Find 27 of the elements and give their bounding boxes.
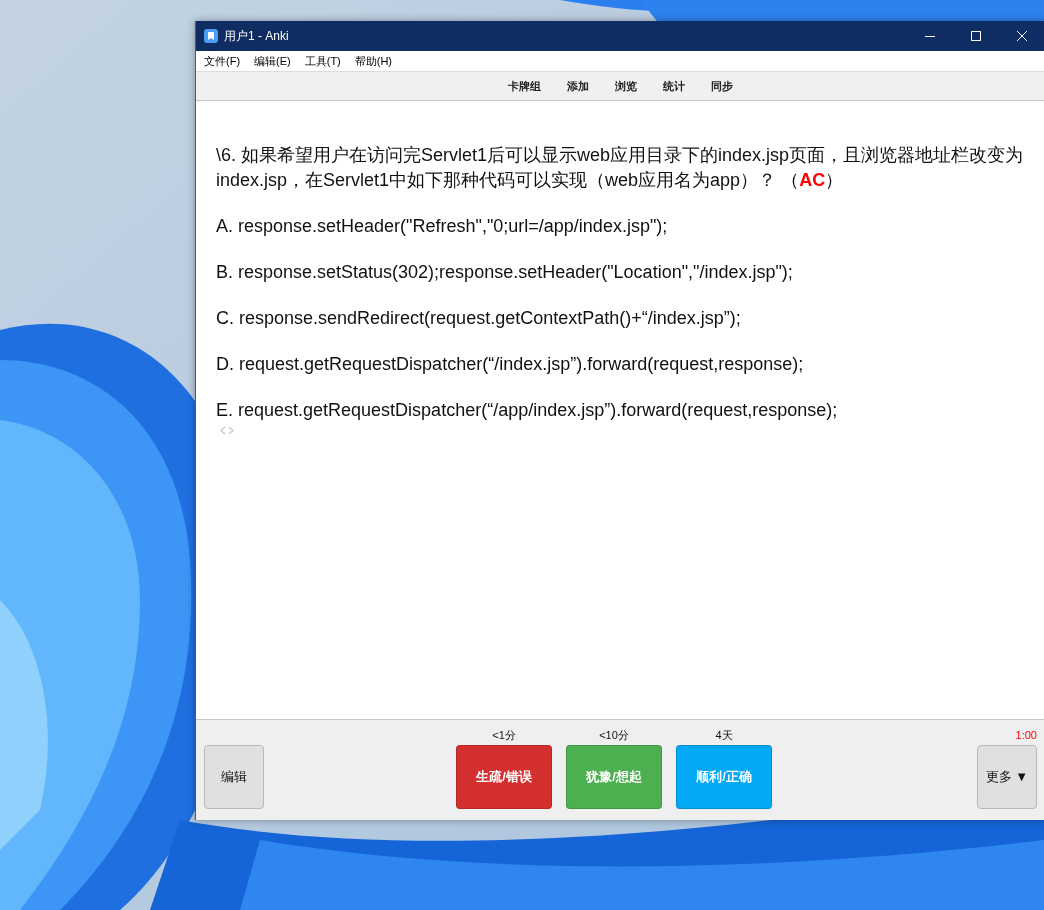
menu-item[interactable]: 帮助(H) (348, 53, 401, 69)
window-title: 用户1 - Anki (224, 27, 290, 45)
question-text: \6. 如果希望用户在访问完Servlet1后可以显示web应用目录下的index.jsp页面，且浏览器地址栏改变为index.jsp，在Servlet1中如下那种代码可以实现（web应用名为app）？ （AC） (216, 144, 1025, 192)
toolbar-link[interactable]: 同步 (698, 78, 746, 94)
timer: 1:00 (1015, 729, 1037, 741)
toolbar-link[interactable]: 卡牌组 (495, 78, 554, 94)
toolbar-link[interactable]: 添加 (554, 78, 602, 94)
more-button[interactable]: 更多 ▼ (977, 745, 1037, 809)
answer-option: C. response.sendRedirect(request.getContextPath()+“/index.jsp”); (216, 306, 1025, 331)
edit-button[interactable]: 编辑 (204, 745, 264, 809)
toolbar-link[interactable]: 浏览 (602, 78, 650, 94)
chevrons-icon (220, 426, 234, 435)
menu-item[interactable]: 编辑(E) (248, 53, 299, 69)
close-icon (1017, 31, 1027, 41)
answer-button[interactable]: 生疏/错误 (456, 745, 552, 809)
answer-option: D. request.getRequestDispatcher(“/index.jsp”).forward(request,response); (216, 352, 1025, 377)
maximize-icon (971, 31, 981, 41)
interval-label: 4天 (715, 729, 733, 741)
interval-label: <1分 (492, 729, 516, 741)
menu-item[interactable]: 工具(T) (298, 53, 349, 69)
toolbar-link[interactable]: 统计 (650, 78, 698, 94)
answer-option: A. response.setHeader("Refresh","0;url=/app/index.jsp"); (216, 214, 1025, 239)
answer-option: B. response.setStatus(302);response.setHeader("Location","/index.jsp"); (216, 260, 1025, 285)
interval-label: <10分 (599, 729, 629, 741)
answer-option: E. request.getRequestDispatcher(“/app/index.jsp”).forward(request,response); (216, 398, 1025, 423)
menu-item[interactable]: 文件(F) (198, 53, 249, 69)
app-icon (204, 29, 218, 43)
